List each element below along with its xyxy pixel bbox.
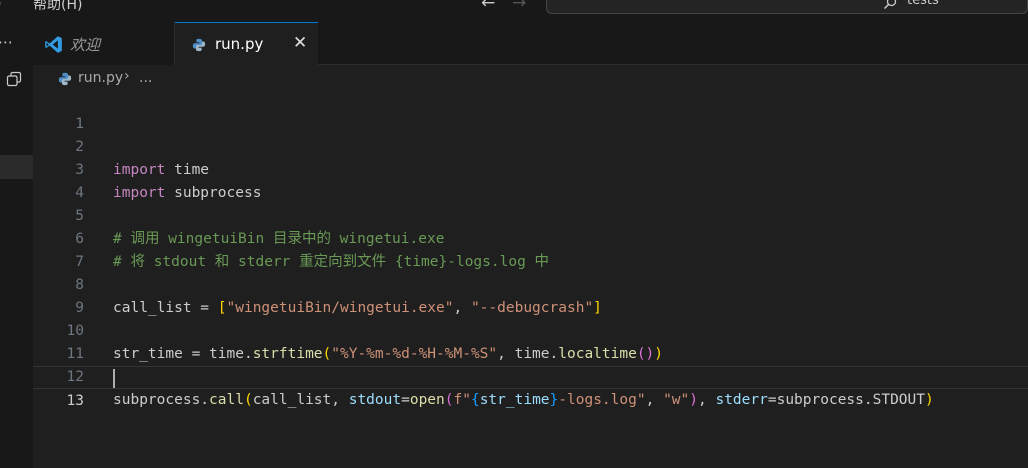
command-center-search[interactable]: tests	[546, 0, 1028, 14]
code-line[interactable]: 7	[33, 228, 1028, 270]
activity-bar: ⋯	[0, 22, 33, 468]
tab-run-py-label: run.py	[215, 35, 264, 53]
tab-welcome[interactable]: 欢迎	[33, 22, 175, 65]
code-line[interactable]: 1	[33, 90, 1028, 132]
code-line[interactable]: 5 # 调用 wingetuiBin 目录中的 wingetui.exe	[33, 182, 1028, 247]
code-text: subprocess.call(call_list, stdout=open(f…	[113, 392, 934, 408]
line-number: 13	[66, 393, 84, 409]
python-file-icon	[58, 72, 72, 86]
code-line[interactable]: 8 call_list = ["wingetuiBin/wingetui.exe…	[33, 251, 1028, 316]
search-icon	[883, 0, 897, 10]
code-line[interactable]: 10 str_time = time.strftime("%Y-%m-%d-%H…	[33, 297, 1028, 362]
tab-run-py[interactable]: run.py ✕	[175, 22, 318, 65]
tab-bar: 欢迎 run.py ✕	[33, 22, 1028, 65]
code-line[interactable]: 12 subprocess.call(call_list, stdout=ope…	[33, 343, 1028, 408]
menu-item-help[interactable]: 帮助(H)	[33, 0, 82, 14]
breadcrumb-file[interactable]: run.py	[78, 70, 123, 86]
code-line[interactable]: 6 # 将 stdout 和 stderr 重定向到文件 {time}-logs…	[33, 205, 1028, 270]
search-text: tests	[907, 0, 939, 8]
code-editor[interactable]: 1 2 import time 3 import subprocess 4 5 …	[33, 90, 1028, 468]
code-line[interactable]: 9	[33, 274, 1028, 316]
sidebar-selected-item[interactable]	[0, 155, 33, 179]
code-line[interactable]: 2 import time	[33, 113, 1028, 178]
code-line[interactable]: 11	[33, 320, 1028, 362]
more-icon[interactable]: ⋯	[0, 33, 13, 51]
menu-item-partial[interactable]: ）	[0, 0, 10, 14]
code-line[interactable]: 4	[33, 159, 1028, 201]
title-bar: ） 帮助(H) ← → tests	[0, 0, 1028, 22]
chevron-right-icon: ›	[124, 68, 130, 84]
copy-icon[interactable]	[6, 71, 22, 87]
tab-welcome-label: 欢迎	[70, 36, 101, 54]
breadcrumb-symbols[interactable]: ...	[139, 70, 152, 86]
breadcrumb: run.py › ...	[33, 66, 1028, 91]
close-icon[interactable]: ✕	[293, 33, 307, 53]
code-line[interactable]: 3 import subprocess	[33, 136, 1028, 201]
vscode-logo-icon	[45, 36, 62, 53]
python-file-icon	[192, 38, 206, 52]
code-line-current[interactable]: 13	[33, 366, 1028, 409]
forward-arrow-icon[interactable]: →	[512, 0, 526, 13]
back-arrow-icon[interactable]: ←	[481, 0, 495, 13]
text-cursor	[113, 369, 115, 388]
